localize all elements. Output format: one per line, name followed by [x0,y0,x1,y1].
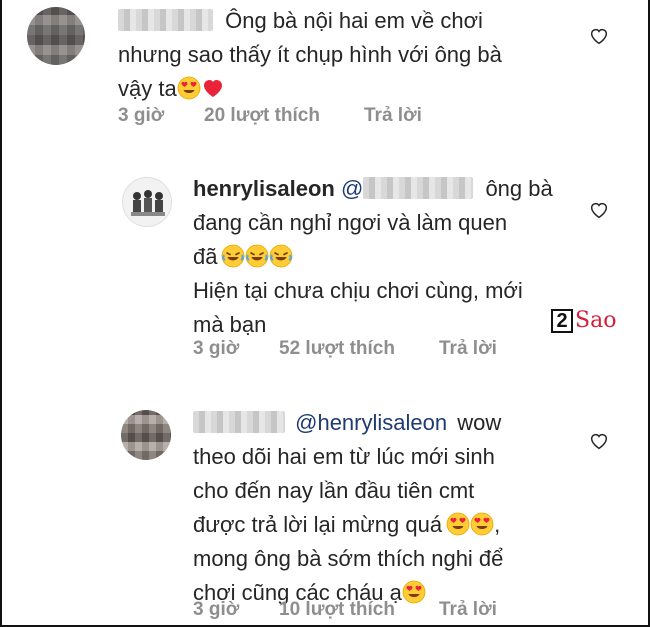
reply-button[interactable]: Trả lời [439,338,497,360]
comment-text: @henrylisaleon wow theo dõi hai em từ lú… [193,410,504,605]
logo-box: 2 [551,308,573,333]
heart-eyes-emoji-icon [470,512,494,536]
mention[interactable]: @henrylisaleon [295,410,447,435]
blurred-username[interactable] [193,411,285,433]
comment-time: 3 giờ [193,599,240,620]
red-heart-emoji-icon [201,76,225,100]
comment-time: 3 giờ [193,338,240,359]
likes-count[interactable]: 52 lượt thích [279,338,395,360]
watermark-logo: 2 Sao [551,308,616,333]
avatar[interactable] [27,7,85,65]
comment-text: Ông bà nội hai em về chơi nhưng sao thấy… [118,8,502,101]
heart-eyes-emoji-icon [446,512,470,536]
blurred-mention [363,177,474,199]
blurred-username[interactable] [118,9,213,31]
rofl-emoji-icon [245,244,269,268]
heart-eyes-emoji-icon [177,76,201,100]
like-heart-icon[interactable] [588,430,610,452]
rofl-emoji-icon [269,244,293,268]
logo-text: Sao [575,308,617,333]
comment-text: henrylisaleon @ ông bà đang cần nghỉ ngơ… [193,176,553,337]
reply-button[interactable]: Trả lời [364,105,422,127]
avatar[interactable] [121,410,171,460]
mention[interactable]: @ [341,176,474,201]
rofl-emoji-icon [221,244,245,268]
like-heart-icon[interactable] [588,25,610,47]
like-heart-icon[interactable] [588,199,610,221]
avatar[interactable] [122,177,172,227]
likes-count[interactable]: 20 lượt thích [204,105,320,127]
heart-eyes-emoji-icon [402,580,426,604]
reply-button[interactable]: Trả lời [439,599,497,621]
comment-time: 3 giờ [118,105,165,126]
likes-count[interactable]: 10 lượt thích [279,599,395,621]
family-photo-icon [123,178,171,226]
username[interactable]: henrylisaleon [193,176,335,201]
